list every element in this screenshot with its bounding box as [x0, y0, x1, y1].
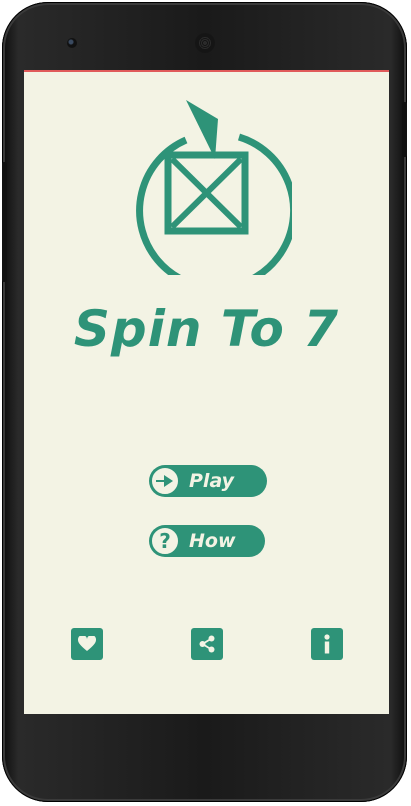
share-icon — [199, 635, 215, 653]
how-to-label: How To — [189, 530, 236, 584]
phone-frame: Spin To 7 Play ? How To — [2, 2, 407, 802]
volume-button — [2, 162, 7, 282]
share-button[interactable] — [191, 628, 223, 660]
play-arrow-icon — [150, 466, 180, 496]
game-title: Spin To 7 — [73, 300, 340, 358]
play-button[interactable]: Play — [149, 465, 267, 497]
power-button — [402, 102, 407, 157]
app-screen: Spin To 7 Play ? How To — [24, 70, 389, 714]
front-camera — [67, 38, 77, 48]
heart-icon — [78, 636, 96, 651]
info-button[interactable] — [311, 628, 343, 660]
earpiece-speaker — [195, 33, 215, 53]
how-to-button[interactable]: ? How To — [149, 525, 265, 584]
rotate-box-logo-icon — [136, 100, 292, 275]
question-mark: ? — [159, 529, 171, 553]
favorite-button[interactable] — [71, 628, 103, 660]
play-label: Play — [189, 470, 235, 492]
question-icon: ? — [150, 526, 180, 556]
info-icon — [324, 634, 330, 654]
